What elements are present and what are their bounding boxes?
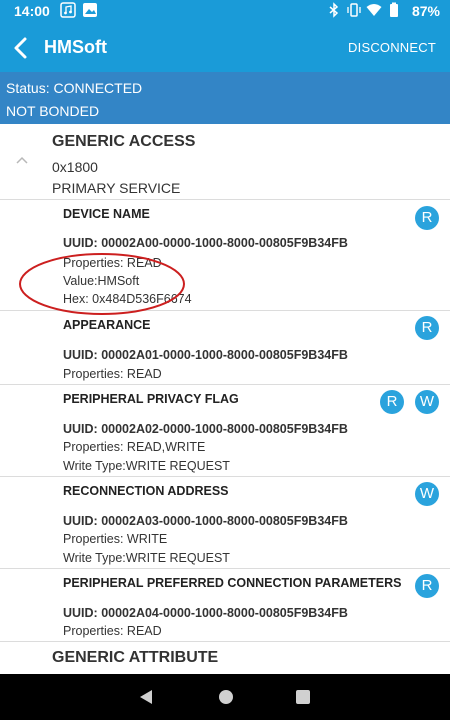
nav-back-icon[interactable] (139, 689, 153, 705)
characteristic-properties: Properties: READ (63, 367, 162, 381)
battery-icon (390, 2, 398, 17)
music-note-icon (60, 2, 76, 18)
service-header-generic-access[interactable]: GENERIC ACCESS 0x1800 PRIMARY SERVICE (0, 124, 450, 200)
write-button[interactable]: W (415, 390, 439, 414)
image-icon (83, 3, 97, 17)
characteristic-write-type: Write Type:WRITE REQUEST (63, 459, 230, 473)
characteristic-preferred-connection-parameters: PERIPHERAL PREFERRED CONNECTION PARAMETE… (0, 569, 450, 642)
characteristic-write-type: Write Type:WRITE REQUEST (63, 551, 230, 565)
annotation-ellipse (19, 253, 185, 315)
system-nav-bar (0, 674, 450, 720)
characteristic-uuid: UUID: 00002A02-0000-1000-8000-00805F9B34… (63, 422, 348, 436)
service-uuid: 0x1800 (52, 159, 98, 175)
characteristic-uuid: UUID: 00002A00-0000-1000-8000-00805F9B34… (63, 236, 348, 250)
characteristic-name: DEVICE NAME (63, 207, 150, 221)
characteristic-properties: Properties: READ,WRITE (63, 440, 206, 454)
characteristic-name: APPEARANCE (63, 318, 151, 332)
read-button[interactable]: R (415, 574, 439, 598)
connection-status: Status: CONNECTED (6, 80, 143, 96)
disconnect-button[interactable]: DISCONNECT (348, 40, 436, 55)
bond-status: NOT BONDED (6, 103, 100, 119)
service-name: GENERIC ACCESS (52, 133, 196, 150)
nav-recent-apps-icon[interactable] (296, 690, 310, 704)
service-name: GENERIC ATTRIBUTE (52, 649, 219, 666)
connection-status-bar: Status: CONNECTED NOT BONDED (0, 72, 450, 124)
status-bar: 14:00 87% (0, 0, 450, 24)
app-bar: HMSoft DISCONNECT (0, 24, 450, 72)
characteristic-uuid: UUID: 00002A03-0000-1000-8000-00805F9B34… (63, 514, 348, 528)
service-type: PRIMARY SERVICE (52, 180, 181, 196)
clock: 14:00 (14, 3, 50, 19)
characteristic-name: RECONNECTION ADDRESS (63, 484, 229, 498)
read-button[interactable]: R (380, 390, 404, 414)
characteristic-properties: Properties: WRITE (63, 532, 168, 546)
chevron-up-icon[interactable] (14, 154, 30, 166)
write-button[interactable]: W (415, 482, 439, 506)
characteristic-name: PERIPHERAL PRIVACY FLAG (63, 392, 239, 406)
characteristic-name: PERIPHERAL PREFERRED CONNECTION PARAMETE… (63, 576, 402, 590)
service-header-generic-attribute[interactable]: GENERIC ATTRIBUTE (0, 642, 450, 674)
characteristic-uuid: UUID: 00002A04-0000-1000-8000-00805F9B34… (63, 606, 348, 620)
characteristic-properties: Properties: READ (63, 624, 162, 638)
characteristic-peripheral-privacy-flag: PERIPHERAL PRIVACY FLAG UUID: 00002A02-0… (0, 385, 450, 477)
back-arrow-icon[interactable] (8, 34, 36, 62)
nav-home-icon[interactable] (219, 690, 233, 704)
characteristic-uuid: UUID: 00002A01-0000-1000-8000-00805F9B34… (63, 348, 348, 362)
vibrate-icon (347, 3, 361, 17)
bluetooth-icon (329, 2, 339, 18)
read-button[interactable]: R (415, 206, 439, 230)
device-title: HMSoft (44, 37, 107, 57)
read-button[interactable]: R (415, 316, 439, 340)
wifi-icon (366, 4, 382, 16)
characteristic-reconnection-address: RECONNECTION ADDRESS UUID: 00002A03-0000… (0, 477, 450, 569)
battery-percent: 87% (411, 3, 440, 19)
characteristic-appearance: APPEARANCE UUID: 00002A01-0000-1000-8000… (0, 311, 450, 385)
